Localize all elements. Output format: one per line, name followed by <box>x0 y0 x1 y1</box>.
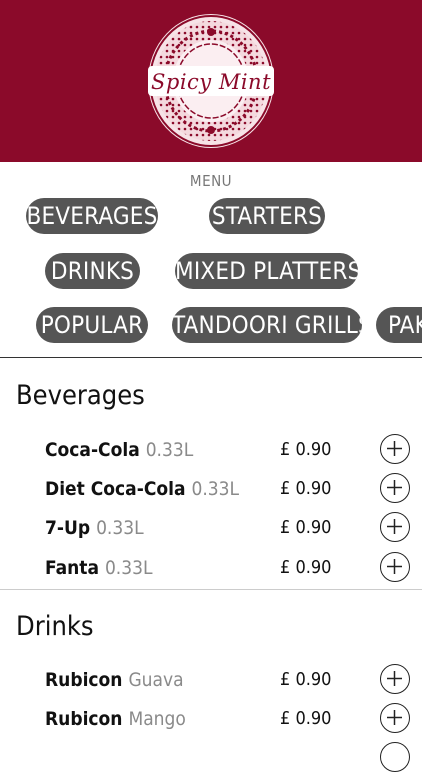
add-item-button[interactable] <box>380 473 410 503</box>
category-pill-beverages[interactable]: BEVERAGES <box>26 198 158 234</box>
add-item-button[interactable] <box>380 742 410 772</box>
list-item: Fanta 0.33L £ 0.90 <box>0 549 422 589</box>
plus-icon <box>387 480 402 495</box>
section-title-drinks: Drinks <box>16 611 94 642</box>
category-pill-mixed-platters[interactable]: MIXED PLATTERS <box>175 253 358 289</box>
item-variant: 0.33L <box>104 557 153 579</box>
plus-icon <box>387 671 402 686</box>
menu-divider <box>0 357 422 358</box>
menu-label: MENU <box>189 172 233 190</box>
item-price: £ 0.90 <box>280 708 332 729</box>
item-price: £ 0.90 <box>280 669 332 690</box>
add-item-button[interactable] <box>380 552 410 582</box>
category-pill-starters[interactable]: STARTERS <box>209 198 325 234</box>
item-variant: Guava <box>128 669 184 691</box>
category-pill-drinks[interactable]: DRINKS <box>45 253 140 289</box>
list-item: Rubicon Mango £ 0.90 <box>0 700 422 740</box>
restaurant-logo: Spicy Mint <box>146 12 276 150</box>
list-item: Diet Coca-Cola 0.33L £ 0.90 <box>0 470 422 510</box>
item-name: Rubicon <box>45 708 123 730</box>
category-pill-tandoori-grills[interactable]: TANDOORI GRILLS <box>172 307 362 343</box>
section-title-beverages: Beverages <box>16 380 145 411</box>
item-variant: 0.33L <box>96 517 144 539</box>
add-item-button[interactable] <box>380 512 410 542</box>
add-item-button[interactable] <box>380 664 410 694</box>
list-item: 7-Up 0.33L £ 0.90 <box>0 509 422 549</box>
item-price: £ 0.90 <box>280 439 332 460</box>
plus-icon <box>387 710 402 725</box>
category-pill-popular[interactable]: POPULAR <box>36 307 148 343</box>
item-variant: 0.33L <box>145 439 194 461</box>
item-price: £ 0.90 <box>280 517 332 538</box>
header-banner: Spicy Mint <box>0 0 422 162</box>
plus-icon <box>387 441 402 456</box>
plus-icon <box>387 559 402 574</box>
section-divider <box>0 589 422 590</box>
item-price: £ 0.90 <box>280 478 332 499</box>
add-item-button[interactable] <box>380 703 410 733</box>
item-name: 7-Up <box>45 517 91 539</box>
item-variant: 0.33L <box>191 478 240 500</box>
item-name: Diet Coca-Cola <box>45 478 186 500</box>
item-name: Rubicon <box>45 669 123 691</box>
add-item-button[interactable] <box>380 434 410 464</box>
item-price: £ 0.90 <box>280 557 332 578</box>
item-name: Fanta <box>45 557 99 579</box>
item-name: Coca-Cola <box>45 439 140 461</box>
list-item: Rubicon Guava £ 0.90 <box>0 661 422 701</box>
category-pill-pak[interactable]: PAK <box>376 307 422 343</box>
mandala-logo-icon <box>148 14 274 148</box>
plus-icon <box>387 519 402 534</box>
list-item: Coca-Cola 0.33L £ 0.90 <box>0 431 422 471</box>
item-variant: Mango <box>128 708 186 730</box>
